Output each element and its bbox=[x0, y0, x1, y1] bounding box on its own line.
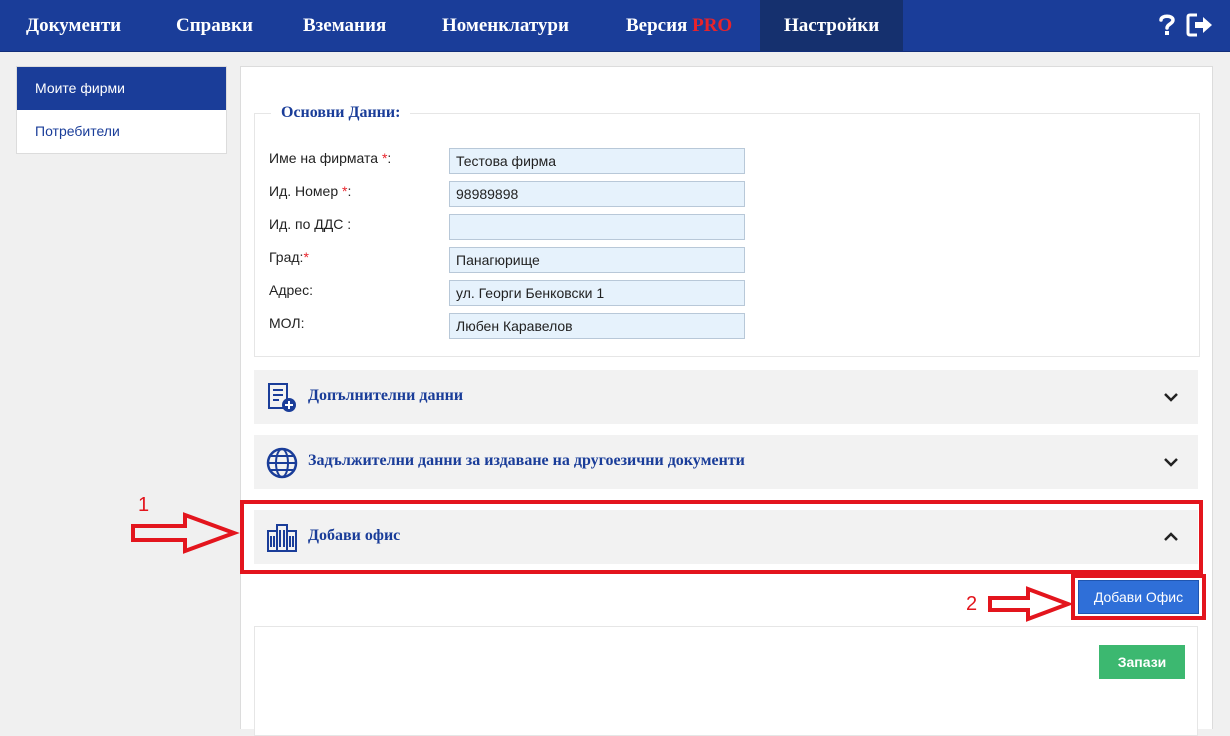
sidebar: Моите фирми Потребители bbox=[16, 66, 227, 154]
nav-item-receivables[interactable]: Вземания bbox=[303, 0, 386, 51]
chevron-down-icon bbox=[1164, 458, 1178, 467]
annotation-arrow-1 bbox=[131, 512, 240, 554]
field-label: Ид. по ДДС : bbox=[269, 216, 352, 232]
mol-input[interactable] bbox=[449, 313, 745, 339]
field-row-company-name: Име на фирмата *: bbox=[269, 148, 969, 176]
offices-container bbox=[254, 626, 1198, 736]
annotation-box-button bbox=[1071, 574, 1206, 620]
nav-item-reports[interactable]: Справки bbox=[176, 0, 253, 51]
vat-id-input[interactable] bbox=[449, 214, 745, 240]
field-label: Ид. Номер *: bbox=[269, 183, 352, 199]
annotation-box-panel bbox=[240, 500, 1203, 574]
annotation-arrow-2 bbox=[988, 586, 1074, 622]
globe-icon bbox=[266, 447, 298, 479]
nav-item-version[interactable]: Версия PRO bbox=[626, 0, 732, 51]
sidebar-item-my-companies[interactable]: Моите фирми bbox=[17, 67, 226, 110]
logout-icon[interactable] bbox=[1186, 12, 1214, 40]
panel-title: Допълнителни данни bbox=[308, 387, 464, 404]
main-content: Основни Данни: Име на фирмата *: Ид. Ном… bbox=[240, 66, 1213, 736]
panel-additional-data[interactable]: Допълнителни данни bbox=[254, 370, 1198, 424]
top-navigation: Документи Справки Вземания Номенклатури … bbox=[0, 0, 1230, 52]
field-label: Град:* bbox=[269, 249, 309, 265]
help-icon[interactable] bbox=[1158, 12, 1176, 40]
nav-item-settings[interactable]: Настройки bbox=[760, 0, 904, 51]
company-name-input[interactable] bbox=[449, 148, 745, 174]
address-input[interactable] bbox=[449, 280, 745, 306]
field-label: МОЛ: bbox=[269, 315, 305, 331]
save-button[interactable]: Запази bbox=[1099, 645, 1185, 679]
nav-item-documents[interactable]: Документи bbox=[26, 0, 121, 51]
field-row-id-number: Ид. Номер *: bbox=[269, 181, 969, 209]
field-row-address: Адрес: bbox=[269, 280, 969, 308]
field-row-mol: МОЛ: bbox=[269, 313, 969, 341]
field-label: Адрес: bbox=[269, 282, 313, 298]
chevron-down-icon bbox=[1164, 393, 1178, 402]
panel-foreign-language-data[interactable]: Задължителни данни за издаване на другое… bbox=[254, 435, 1198, 489]
nav-item-nomenclatures[interactable]: Номенклатури bbox=[442, 0, 569, 51]
basic-data-fieldset: Основни Данни: Име на фирмата *: Ид. Ном… bbox=[254, 104, 1200, 357]
nav-version-label: Версия bbox=[626, 15, 688, 36]
field-label: Име на фирмата *: bbox=[269, 150, 392, 166]
document-add-icon bbox=[268, 383, 296, 412]
annotation-marker-2: 2 bbox=[966, 593, 978, 615]
id-number-input[interactable] bbox=[449, 181, 745, 207]
field-row-vat-id: Ид. по ДДС : bbox=[269, 214, 969, 242]
field-row-city: Град:* bbox=[269, 247, 969, 275]
city-input[interactable] bbox=[449, 247, 745, 273]
basic-data-legend: Основни Данни: bbox=[271, 104, 411, 122]
pro-badge: PRO bbox=[692, 15, 733, 36]
panel-title: Задължителни данни за издаване на другое… bbox=[308, 452, 745, 469]
sidebar-item-users[interactable]: Потребители bbox=[17, 110, 226, 153]
